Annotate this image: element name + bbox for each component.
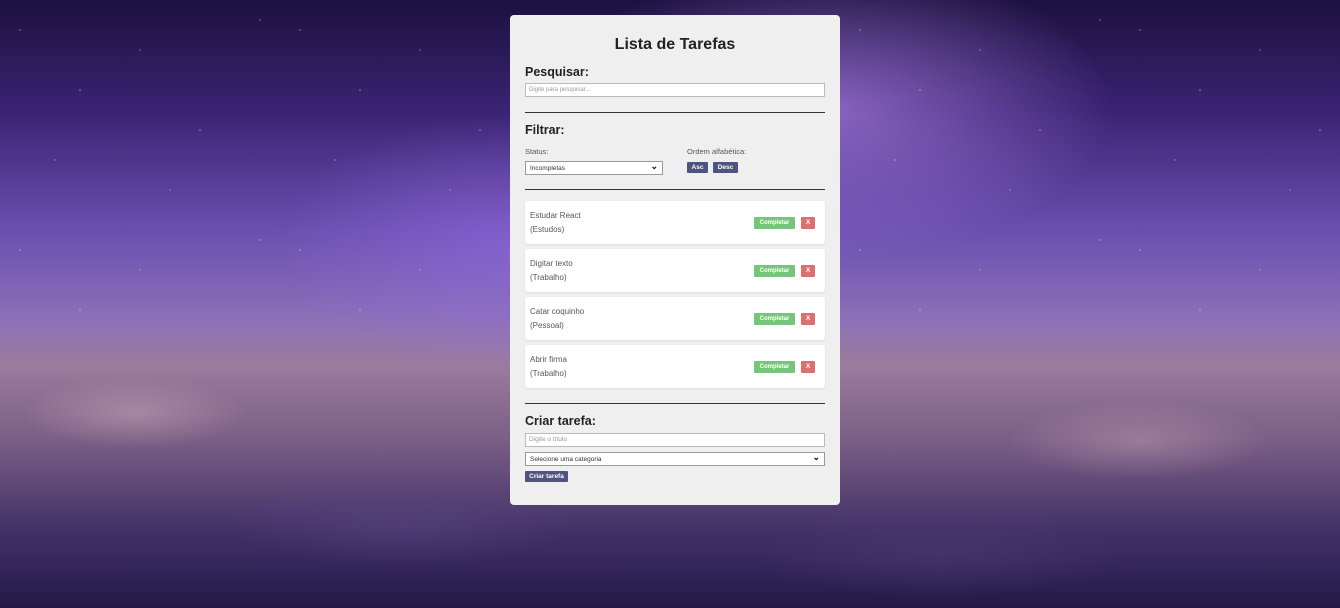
complete-button[interactable]: Completar [754, 361, 795, 373]
complete-button[interactable]: Completar [754, 265, 795, 277]
todo-panel: Lista de Tarefas Pesquisar: Digite para … [510, 15, 840, 505]
complete-button[interactable]: Completar [754, 313, 795, 325]
divider [525, 189, 825, 190]
delete-button[interactable]: X [801, 361, 815, 373]
task-category: (Trabalho) [530, 369, 567, 378]
delete-button[interactable]: X [801, 217, 815, 229]
create-task-button[interactable]: Criar tarefa [525, 471, 568, 482]
task-title: Estudar React [530, 211, 581, 220]
search-input[interactable]: Digite para pesquisar... [525, 83, 825, 97]
divider [525, 112, 825, 113]
delete-button[interactable]: X [801, 265, 815, 277]
status-label: Status: [525, 147, 549, 156]
task-item: Estudar React (Estudos) Completar X [525, 201, 825, 244]
page-title: Lista de Tarefas [614, 36, 736, 53]
task-item: Catar coquinho (Pessoal) Completar X [525, 297, 825, 340]
status-selected-value: Incompletas [530, 165, 566, 172]
search-heading: Pesquisar: [525, 65, 589, 79]
task-category: (Trabalho) [530, 273, 567, 282]
chevron-down-icon: ⌄ [650, 161, 658, 171]
task-title: Catar coquinho [530, 307, 585, 316]
create-heading: Criar tarefa: [525, 414, 596, 428]
category-select[interactable]: Selecione uma categoria ⌄ [525, 452, 825, 466]
task-category: (Estudos) [530, 225, 565, 234]
task-title-input[interactable]: Digite o título [525, 433, 825, 447]
status-select[interactable]: Incompletas ⌄ [525, 161, 663, 175]
task-title: Digitar texto [530, 259, 573, 268]
task-item: Abrir firma (Trabalho) Completar X [525, 345, 825, 388]
task-title: Abrir firma [530, 355, 567, 364]
task-item: Digitar texto (Trabalho) Completar X [525, 249, 825, 292]
task-category: (Pessoal) [530, 321, 564, 330]
sort-desc-button[interactable]: Desc [713, 162, 738, 173]
chevron-down-icon: ⌄ [812, 452, 820, 462]
complete-button[interactable]: Completar [754, 217, 795, 229]
divider [525, 403, 825, 404]
sort-asc-button[interactable]: Asc [687, 162, 708, 173]
category-select-placeholder: Selecione uma categoria [530, 456, 602, 463]
delete-button[interactable]: X [801, 313, 815, 325]
sort-label: Ordem alfabética: [687, 147, 747, 156]
filter-heading: Filtrar: [525, 123, 565, 137]
